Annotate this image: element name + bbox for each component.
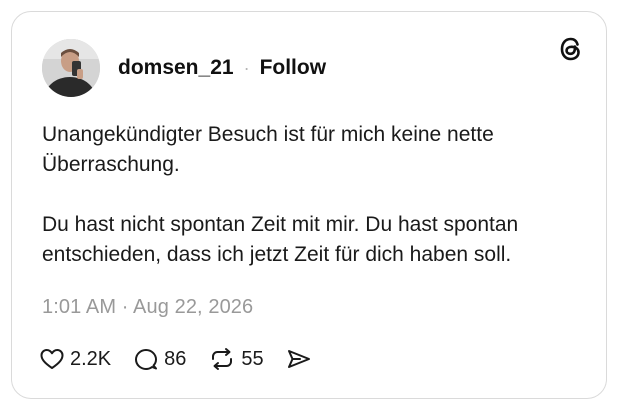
reply-count: 86: [164, 347, 187, 370]
post-header: domsen_21 · Follow: [118, 56, 326, 80]
repost-count: 55: [241, 347, 264, 370]
separator-dot: ·: [243, 57, 250, 78]
post-paragraph: Du hast nicht spontan Zeit mit mir. Du h…: [42, 213, 519, 266]
action-bar: 2.2K 86 55: [39, 347, 317, 371]
threads-post-card: domsen_21 · Follow Unangekündigter Besuc…: [11, 11, 607, 399]
username[interactable]: domsen_21: [118, 56, 234, 80]
heart-icon: [40, 349, 64, 369]
post-body: Unangekündigter Besuch ist für mich kein…: [42, 120, 582, 270]
share-button[interactable]: [286, 347, 317, 371]
post-paragraph: Unangekündigter Besuch ist für mich kein…: [42, 123, 494, 176]
avatar[interactable]: [42, 39, 100, 97]
like-count: 2.2K: [70, 347, 112, 370]
repost-button[interactable]: 55: [208, 347, 264, 371]
comment-icon: [135, 349, 158, 370]
post-timestamp: 1:01 AM · Aug 22, 2026: [42, 296, 254, 318]
send-icon: [287, 350, 310, 368]
reply-button[interactable]: 86: [133, 347, 186, 371]
like-button[interactable]: 2.2K: [39, 347, 111, 371]
repost-icon: [212, 348, 233, 370]
avatar-image: [42, 39, 100, 97]
threads-logo-icon[interactable]: [556, 34, 586, 64]
follow-button[interactable]: Follow: [260, 56, 327, 80]
